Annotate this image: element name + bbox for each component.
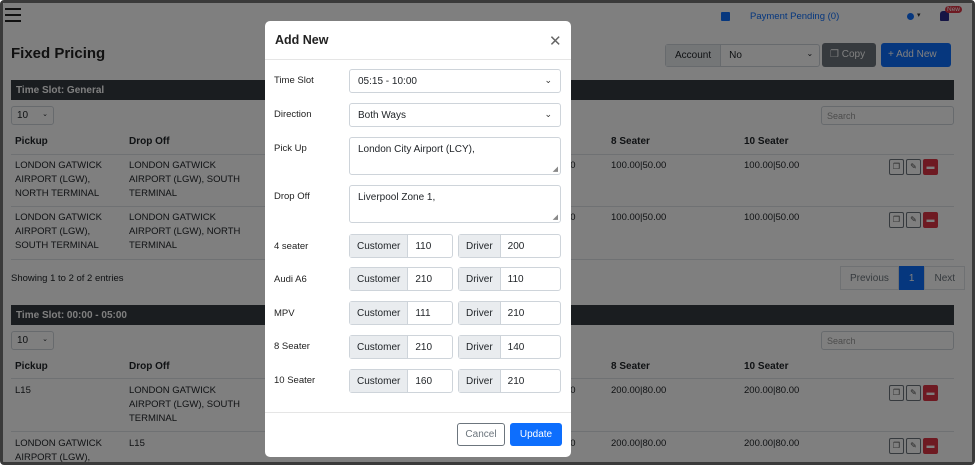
driver-value[interactable]: 200 [501, 235, 532, 257]
resize-handle-icon[interactable]: ◢ [553, 165, 558, 173]
customer-price-input[interactable]: Customer 210 [349, 267, 453, 291]
customer-value[interactable]: 210 [408, 268, 439, 290]
chevron-down-icon: ⌄ [544, 75, 552, 85]
add-new-modal: Add New ✕ Time Slot 05:15 - 10:00 ⌄ Direc… [265, 21, 571, 457]
cancel-button[interactable]: Cancel [457, 423, 505, 446]
customer-label: Customer [350, 235, 409, 257]
driver-value[interactable]: 210 [501, 370, 532, 392]
dropoff-label: Drop Off [274, 191, 310, 202]
customer-value[interactable]: 111 [408, 302, 437, 324]
driver-label: Driver [459, 336, 501, 358]
direction-value: Both Ways [358, 110, 406, 121]
driver-value[interactable]: 140 [501, 336, 532, 358]
driver-price-input[interactable]: Driver 140 [458, 335, 561, 359]
driver-label: Driver [459, 370, 501, 392]
direction-select[interactable]: Both Ways ⌄ [349, 103, 561, 127]
vehicle-label-8-seater: 8 Seater [274, 341, 310, 352]
customer-label: Customer [350, 336, 409, 358]
pickup-label: Pick Up [274, 143, 307, 154]
time-slot-select[interactable]: 05:15 - 10:00 ⌄ [349, 69, 561, 93]
driver-price-input[interactable]: Driver 200 [458, 234, 561, 258]
pickup-value: London City Airport (LCY), [358, 144, 475, 155]
pickup-textarea[interactable]: London City Airport (LCY), ◢ [349, 137, 561, 175]
driver-price-input[interactable]: Driver 110 [458, 267, 561, 291]
customer-price-input[interactable]: Customer 111 [349, 301, 453, 325]
customer-price-input[interactable]: Customer 110 [349, 234, 453, 258]
customer-value[interactable]: 110 [408, 235, 438, 257]
chevron-down-icon: ⌄ [544, 109, 552, 119]
driver-label: Driver [459, 302, 501, 324]
vehicle-label-10-seater: 10 Seater [274, 375, 316, 386]
customer-label: Customer [350, 268, 409, 290]
driver-price-input[interactable]: Driver 210 [458, 369, 561, 393]
close-icon[interactable]: ✕ [549, 32, 562, 50]
direction-label: Direction [274, 109, 312, 120]
divider [265, 59, 571, 60]
driver-value[interactable]: 210 [501, 302, 532, 324]
driver-price-input[interactable]: Driver 210 [458, 301, 561, 325]
customer-value[interactable]: 160 [408, 370, 439, 392]
driver-label: Driver [459, 235, 501, 257]
dropoff-textarea[interactable]: Liverpool Zone 1, ◢ [349, 185, 561, 223]
resize-handle-icon[interactable]: ◢ [553, 213, 558, 221]
time-slot-value: 05:15 - 10:00 [358, 76, 417, 87]
customer-label: Customer [350, 370, 409, 392]
update-button[interactable]: Update [510, 423, 562, 446]
customer-price-input[interactable]: Customer 160 [349, 369, 453, 393]
vehicle-label-4-seater: 4 seater [274, 241, 309, 252]
divider [265, 412, 571, 413]
modal-title: Add New [275, 33, 329, 47]
time-slot-label: Time Slot [274, 75, 314, 86]
dropoff-value: Liverpool Zone 1, [358, 192, 436, 203]
driver-label: Driver [459, 268, 501, 290]
vehicle-label-audi-a6: Audi A6 [274, 274, 307, 285]
customer-label: Customer [350, 302, 409, 324]
app-window: Payment Pending (0) ▾ New Fixed Pricing … [0, 0, 975, 465]
customer-value[interactable]: 210 [408, 336, 439, 358]
customer-price-input[interactable]: Customer 210 [349, 335, 453, 359]
driver-value[interactable]: 110 [501, 268, 531, 290]
vehicle-label-mpv: MPV [274, 308, 295, 319]
